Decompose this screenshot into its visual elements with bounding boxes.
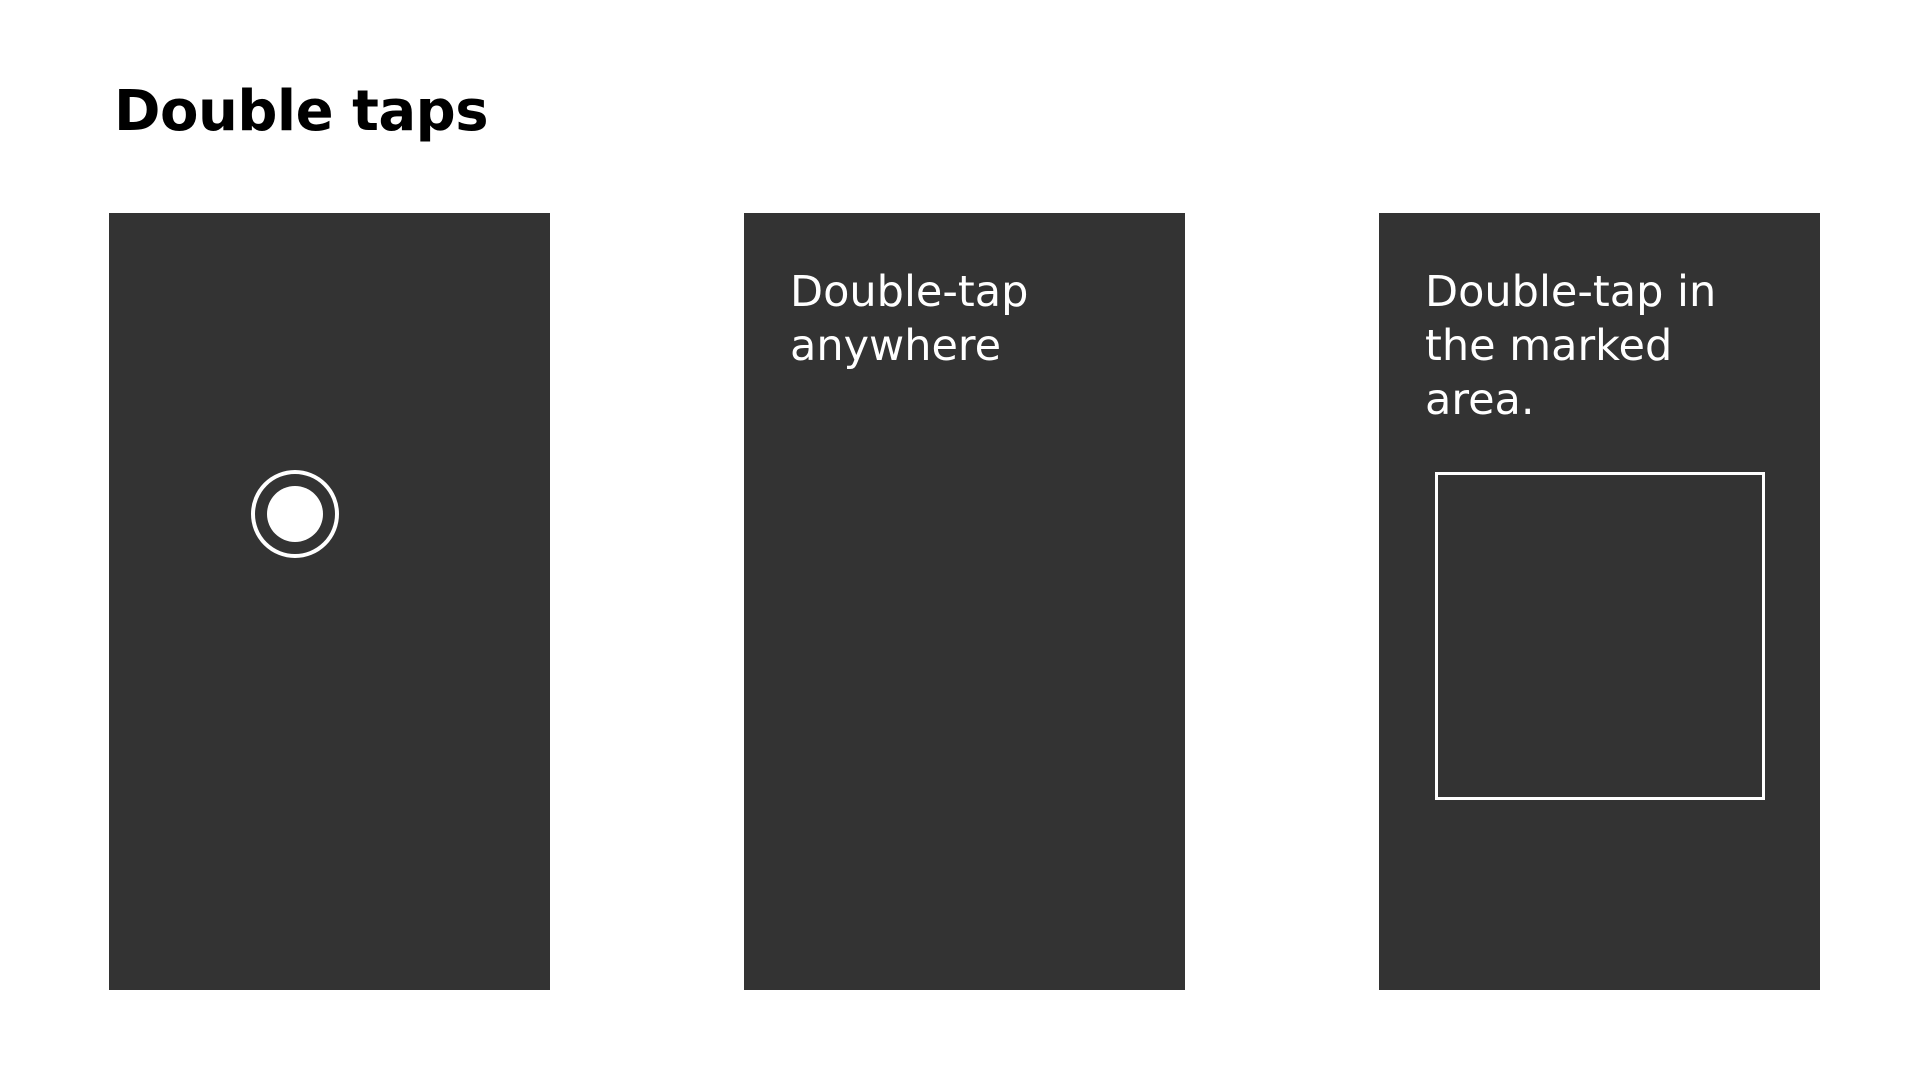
tap-indicator-icon	[251, 470, 339, 558]
page-title: Double taps	[114, 79, 489, 144]
marked-tap-area[interactable]	[1435, 472, 1765, 800]
panel-double-tap-marked-area: Double-tap in the marked area.	[1379, 213, 1820, 990]
page: Double taps Double-tap anywhere Double-t…	[0, 0, 1920, 1080]
panel-instruction: Double-tap anywhere	[790, 267, 1029, 371]
panel-instruction: Double-tap in the marked area.	[1425, 267, 1717, 425]
tap-dot	[267, 486, 323, 542]
panel-tap-indicator[interactable]	[109, 213, 550, 990]
panel-double-tap-anywhere[interactable]: Double-tap anywhere	[744, 213, 1185, 990]
